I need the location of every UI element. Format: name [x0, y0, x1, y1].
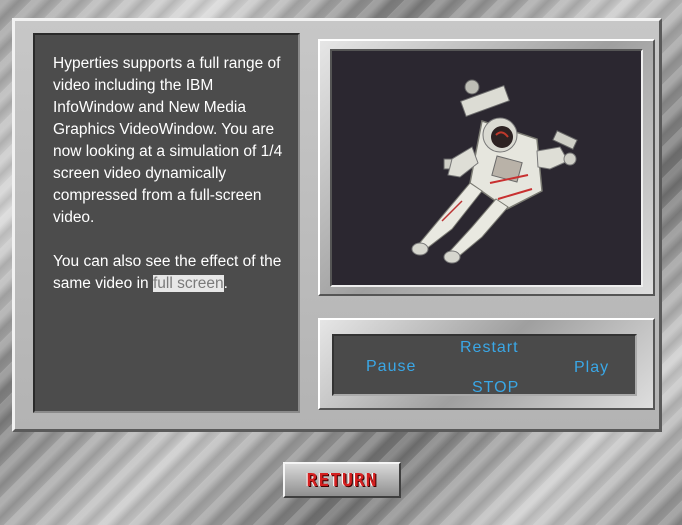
description-panel: Hyperties supports a full range of video…: [33, 33, 300, 413]
astronaut-image: [411, 79, 578, 264]
video-controls-frame: Restart Pause Play STOP: [318, 318, 655, 410]
return-button[interactable]: RETURN: [283, 462, 401, 498]
return-button-label: RETURN: [306, 470, 378, 491]
description-paragraph-2: You can also see the effect of the same …: [53, 251, 290, 295]
video-controls-panel: Restart Pause Play STOP: [332, 334, 637, 396]
description-paragraph-1: Hyperties supports a full range of video…: [53, 55, 283, 226]
restart-button[interactable]: Restart: [460, 339, 519, 357]
pause-button[interactable]: Pause: [366, 358, 416, 376]
stop-button[interactable]: STOP: [472, 379, 519, 397]
full-screen-link[interactable]: full screen: [152, 275, 224, 292]
video-screen: [330, 49, 643, 287]
description-paragraph-2-end: .: [223, 275, 228, 292]
video-frame: [318, 39, 655, 296]
play-button[interactable]: Play: [574, 359, 609, 377]
